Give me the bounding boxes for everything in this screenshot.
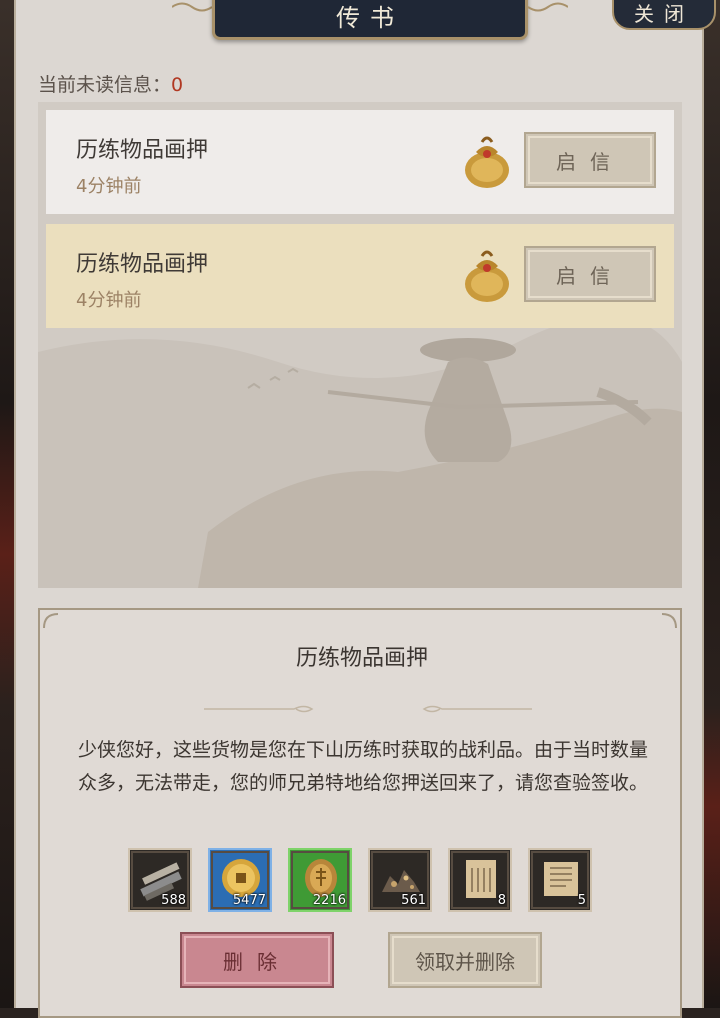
open-letter-button[interactable]: 启信 (524, 132, 656, 188)
unread-counter: 当前未读信息：0 (38, 70, 183, 97)
reward-slot[interactable]: 561 (368, 848, 432, 912)
open-letter-button[interactable]: 启信 (524, 246, 656, 302)
item-count: 5 (577, 893, 586, 908)
corner-ornament (661, 613, 677, 629)
delete-button[interactable]: 删除 (180, 932, 334, 988)
unread-label: 当前未读信息： (38, 74, 172, 96)
detail-body-text: 少侠您好，这些货物是您在下山历练时获取的战利品。由于当时数量众多，无法带走，您的… (78, 739, 649, 794)
claim-and-delete-button[interactable]: 领取并删除 (388, 932, 542, 988)
corner-ornament (43, 613, 59, 629)
mail-list[interactable]: 历练物品画押 4分钟前 启信 历练物品画押 4分钟前 启信 (38, 102, 682, 588)
money-bag-icon (465, 250, 509, 302)
reward-slot[interactable]: 8 (448, 848, 512, 912)
mail-item[interactable]: 历练物品画押 4分钟前 启信 (46, 224, 674, 328)
mail-title: 历练物品画押 (76, 138, 209, 163)
reward-slot[interactable]: 5 (528, 848, 592, 912)
money-bag-icon (465, 136, 509, 188)
reward-slot[interactable]: 5477 (208, 848, 272, 912)
detail-title: 历练物品画押 (295, 646, 428, 671)
title-ornament-right (528, 2, 568, 12)
mail-detail-panel: 历练物品画押 少侠您好，这些货物是您在下山历练时获取的战利品。由于当时数量众多，… (38, 608, 682, 1018)
divider-ornament-left (204, 705, 314, 713)
mail-title: 历练物品画押 (76, 252, 209, 277)
background-right-edge (704, 0, 720, 1008)
close-button[interactable]: 关闭 (612, 0, 716, 30)
item-count: 588 (161, 893, 186, 908)
item-count: 8 (497, 893, 506, 908)
item-count: 2216 (312, 893, 346, 908)
unread-count: 0 (171, 74, 184, 96)
reward-slot[interactable]: 2216 (288, 848, 352, 912)
mail-time: 4分钟前 (76, 290, 142, 311)
mail-item[interactable]: 历练物品画押 4分钟前 启信 (46, 110, 674, 214)
item-count: 5477 (232, 893, 266, 908)
mail-time: 4分钟前 (76, 176, 142, 197)
divider-ornament-right (422, 705, 532, 713)
reward-slot[interactable]: 588 (128, 848, 192, 912)
window-title: 传书 (212, 0, 528, 40)
title-ornament-left (172, 2, 212, 12)
item-count: 561 (401, 893, 426, 908)
